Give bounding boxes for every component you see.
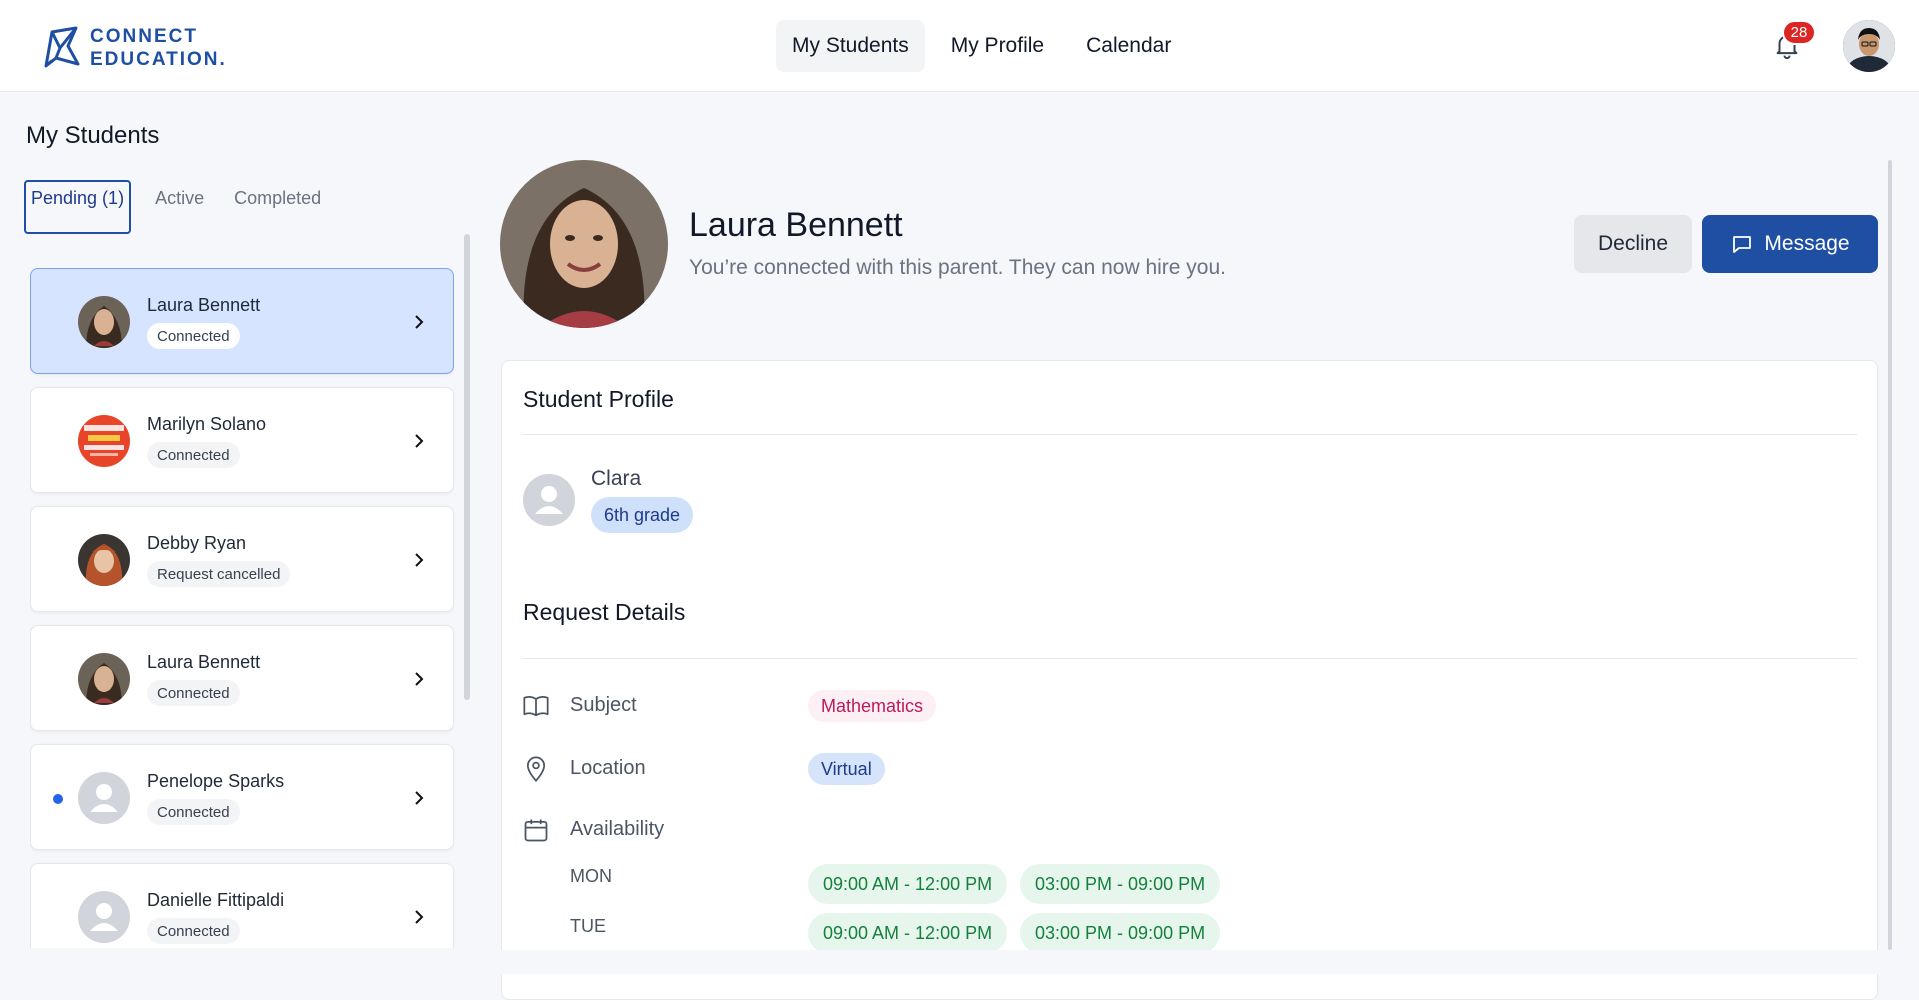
day-label-tue: TUE xyxy=(570,916,606,936)
student-profile-heading: Student Profile xyxy=(523,386,674,412)
main-nav: My Students My Profile Calendar xyxy=(776,20,1187,72)
user-avatar[interactable] xyxy=(1843,20,1895,72)
student-name: Debby Ryan xyxy=(147,533,247,553)
woman-photo-icon xyxy=(78,296,130,348)
person-placeholder-icon xyxy=(78,772,130,824)
notification-badge: 28 xyxy=(1782,20,1816,45)
avatar xyxy=(78,653,130,705)
connection-status-text: You’re connected with this parent. They … xyxy=(689,256,1226,279)
chevron-right-icon xyxy=(415,910,424,924)
student-card[interactable]: Danielle Fittipaldi Connected xyxy=(30,863,454,948)
person-placeholder-icon xyxy=(78,891,130,943)
avatar xyxy=(78,296,130,348)
student-name: Penelope Sparks xyxy=(147,771,285,791)
status-badge: Connected xyxy=(147,442,240,468)
grade-badge: 6th grade xyxy=(591,497,694,533)
woman-photo-icon xyxy=(78,653,130,705)
page-bottom-strip xyxy=(0,950,1919,974)
student-status-tabs: Pending (1) Active Completed xyxy=(24,180,345,234)
status-badge: Connected xyxy=(147,323,240,349)
nav-my-students[interactable]: My Students xyxy=(776,20,925,72)
avatar xyxy=(78,534,130,586)
message-button[interactable]: Message xyxy=(1702,215,1878,273)
location-label: Location xyxy=(570,757,646,779)
top-navigation-bar: CONNECT EDUCATION. My Students My Profil… xyxy=(0,0,1919,92)
detail-card xyxy=(501,360,1878,1000)
status-badge: Connected xyxy=(147,680,240,706)
day-label-mon: MON xyxy=(570,866,612,886)
page-title: My Students xyxy=(26,122,160,149)
chevron-right-icon xyxy=(415,434,424,448)
time-slot: 09:00 AM - 12:00 PM xyxy=(808,864,1008,904)
subject-label: Subject xyxy=(570,694,637,716)
status-badge: Request cancelled xyxy=(147,561,291,587)
chevron-right-icon xyxy=(415,553,424,567)
chat-bubble-icon xyxy=(1733,236,1752,253)
logo-line-2: EDUCATION. xyxy=(90,49,227,70)
student-name: Danielle Fittipaldi xyxy=(147,890,285,910)
request-details-heading: Request Details xyxy=(523,599,686,625)
user-avatar-image xyxy=(1843,20,1895,72)
woman-photo-icon xyxy=(500,160,668,328)
divider xyxy=(522,434,1857,435)
avatar xyxy=(78,891,130,943)
time-slot: 03:00 PM - 09:00 PM xyxy=(1020,913,1221,953)
chevron-right-icon xyxy=(415,791,424,805)
student-first-name: Clara xyxy=(591,467,642,490)
logo-text: CONNECT EDUCATION. xyxy=(90,25,227,71)
status-badge: Connected xyxy=(147,799,240,825)
student-avatar xyxy=(523,474,575,526)
status-badge: Connected xyxy=(147,918,240,944)
unread-dot xyxy=(53,794,63,804)
tab-active[interactable]: Active xyxy=(149,180,210,217)
logo-mark-icon xyxy=(44,26,80,68)
student-card[interactable]: Marilyn Solano Connected xyxy=(30,387,454,493)
avatar xyxy=(78,772,130,824)
decline-button[interactable]: Decline xyxy=(1574,215,1692,273)
logo-line-1: CONNECT xyxy=(90,26,198,47)
divider xyxy=(522,658,1857,659)
tab-pending[interactable]: Pending (1) xyxy=(24,180,132,234)
detail-scrollbar[interactable] xyxy=(1888,160,1892,950)
student-name: Laura Bennett xyxy=(147,295,261,315)
student-list: Laura Bennett Connected Marilyn Solano C… xyxy=(30,268,454,948)
avatar xyxy=(78,415,130,467)
student-card[interactable]: Laura Bennett Connected xyxy=(30,625,454,731)
student-list-scrollbar[interactable] xyxy=(464,234,470,700)
calendar-icon xyxy=(524,819,548,842)
location-pin-icon xyxy=(526,756,546,782)
parent-avatar xyxy=(500,160,668,328)
person-placeholder-icon xyxy=(523,474,575,526)
nav-my-profile[interactable]: My Profile xyxy=(935,20,1060,72)
connect-education-logo[interactable]: CONNECT EDUCATION. xyxy=(38,24,227,72)
poster-avatar-icon xyxy=(78,415,130,467)
student-card[interactable]: Laura Bennett Connected xyxy=(30,268,454,374)
subject-badge: Mathematics xyxy=(808,690,937,722)
student-name: Marilyn Solano xyxy=(147,414,267,434)
redhead-photo-icon xyxy=(78,534,130,586)
student-name: Laura Bennett xyxy=(147,652,261,672)
location-badge: Virtual xyxy=(808,753,885,785)
nav-calendar[interactable]: Calendar xyxy=(1070,20,1187,72)
availability-label: Availability xyxy=(570,818,665,840)
tab-completed[interactable]: Completed xyxy=(228,180,327,217)
time-slot: 03:00 PM - 09:00 PM xyxy=(1020,864,1221,904)
student-card[interactable]: Debby Ryan Request cancelled xyxy=(30,506,454,612)
parent-name: Laura Bennett xyxy=(689,206,903,244)
chevron-right-icon xyxy=(415,672,424,686)
chevron-right-icon xyxy=(415,315,424,329)
book-icon xyxy=(523,696,549,717)
message-button-label: Message xyxy=(1764,232,1850,255)
student-card[interactable]: Penelope Sparks Connected xyxy=(30,744,454,850)
time-slot: 09:00 AM - 12:00 PM xyxy=(808,913,1008,953)
